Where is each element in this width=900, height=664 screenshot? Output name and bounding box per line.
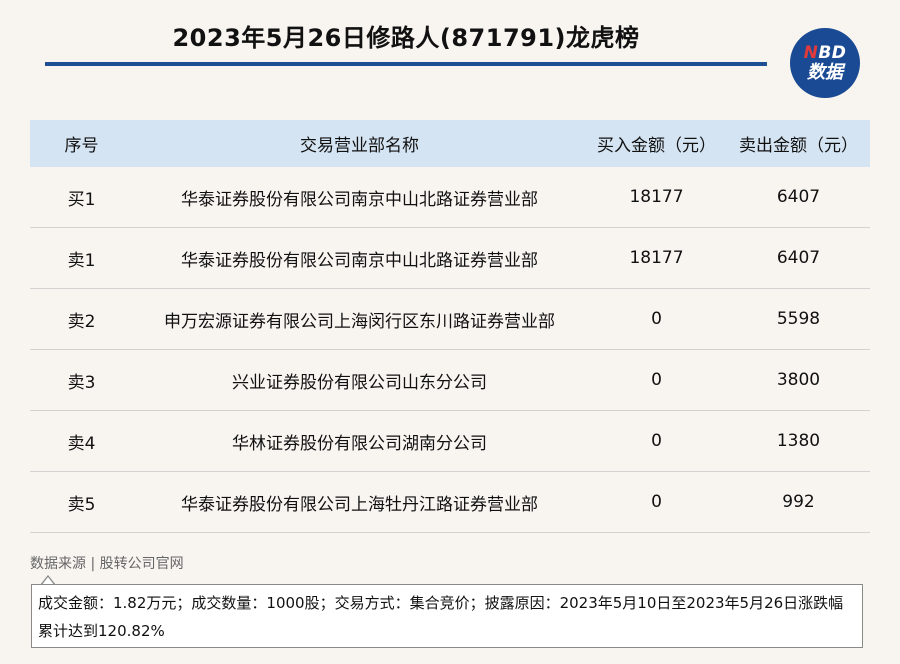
cell-sell-amount: 992 [782,492,815,512]
cell-rank: 卖4 [67,433,96,454]
cell-rank: 买1 [67,189,96,210]
table-row: 卖4 华林证券股份有限公司湖南分公司 0 1380 [30,411,870,472]
logo-subtitle: 数据 [807,61,843,83]
nbd-logo: NBD 数据 [790,28,860,98]
cell-buy-amount: 0 [651,309,662,329]
cell-sell-amount: 3800 [776,370,821,390]
header-sell-amount: 卖出金额（元） [739,136,858,156]
title-underline [45,62,767,66]
cell-buy-amount: 0 [651,431,662,451]
page-title: 2023年5月26日修路人(871791)龙虎榜 [172,24,640,52]
cell-buy-amount: 18177 [629,187,684,207]
cell-sell-amount: 1380 [776,431,821,451]
cell-sell-amount: 5598 [776,309,821,329]
cell-branch-name: 兴业证券股份有限公司山东分公司 [232,372,487,393]
cell-rank: 卖2 [67,311,96,332]
cell-branch-name: 华林证券股份有限公司湖南分公司 [232,433,487,454]
cell-rank: 卖1 [67,250,96,271]
cell-sell-amount: 6407 [776,187,821,207]
table-row: 卖2 申万宏源证券有限公司上海闵行区东川路证券营业部 0 5598 [30,289,870,350]
cell-branch-name: 华泰证券股份有限公司上海牡丹江路证券营业部 [181,494,538,515]
trade-note: 成交金额：1.82万元；成交数量：1000股；交易方式：集合竞价；披露原因：20… [31,584,863,648]
logo-letter-n: N [803,42,819,63]
header-rank: 序号 [64,136,99,156]
header-buy-amount: 买入金额（元） [597,136,716,156]
cell-branch-name: 申万宏源证券有限公司上海闵行区东川路证券营业部 [164,311,555,332]
table-row: 卖1 华泰证券股份有限公司南京中山北路证券营业部 18177 6407 [30,228,870,289]
dragon-tiger-table: 序号 交易营业部名称 买入金额（元） 卖出金额（元） 买1 华泰证券股份有限公司… [30,120,870,533]
cell-sell-amount: 6407 [776,248,821,268]
cell-rank: 卖3 [67,372,96,393]
logo-letters-bd: BD [818,42,847,63]
header-branch-name: 交易营业部名称 [300,136,419,156]
cell-branch-name: 华泰证券股份有限公司南京中山北路证券营业部 [181,250,538,271]
data-source: 数据来源 | 股转公司官网 [30,556,184,572]
cell-buy-amount: 18177 [629,248,684,268]
cell-buy-amount: 0 [651,370,662,390]
table-row: 卖3 兴业证券股份有限公司山东分公司 0 3800 [30,350,870,411]
cell-buy-amount: 0 [651,492,662,512]
table-row: 卖5 华泰证券股份有限公司上海牡丹江路证券营业部 0 992 [30,472,870,533]
cell-branch-name: 华泰证券股份有限公司南京中山北路证券营业部 [181,189,538,210]
table-row: 买1 华泰证券股份有限公司南京中山北路证券营业部 18177 6407 [30,167,870,228]
table-header: 序号 交易营业部名称 买入金额（元） 卖出金额（元） [30,120,870,167]
cell-rank: 卖5 [67,494,96,515]
